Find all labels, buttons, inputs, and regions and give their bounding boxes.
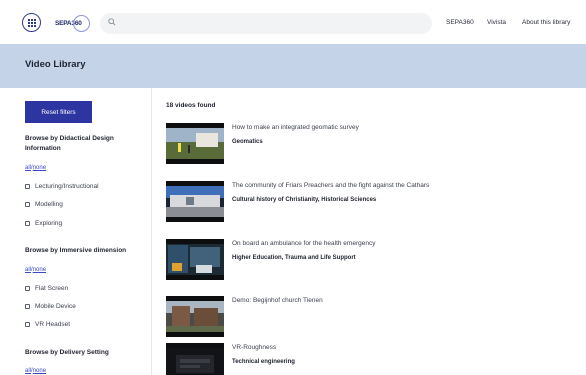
filter-option-label: Modelling [35,201,63,208]
checkbox[interactable] [25,304,30,309]
video-thumbnail[interactable] [166,239,224,280]
checkbox[interactable] [25,322,30,327]
video-list-item[interactable]: On board an ambulance for the health eme… [166,239,576,284]
filter-option-modelling[interactable]: Modelling [25,201,63,208]
checkbox[interactable] [25,202,30,207]
nav-link-vivista[interactable]: Vivista [487,19,506,26]
filter-option-vr-headset[interactable]: VR Headset [25,321,70,328]
video-tags: Higher Education, Trauma and Life Suppor… [232,255,356,261]
video-thumbnail[interactable] [166,296,224,337]
reset-filters-button[interactable]: Reset filters [25,101,92,123]
select-none-link[interactable]: none [33,368,46,374]
filter-option-label: Exploring [35,220,63,227]
apps-grid-icon [27,18,36,27]
video-results: 18 videos found How to make an integrate… [166,88,576,375]
filter-group-title-delivery: Browse by Delivery Setting [25,349,109,356]
video-title[interactable]: The community of Friars Preachers and th… [232,182,429,189]
video-list-item[interactable]: Demo: Begijnhof church Tienen [166,296,576,341]
top-navigation-bar: SEPA360 SEPA360 Vivista About this libra… [0,0,586,44]
filter-option-label: Lecturing/Instructional [35,183,99,190]
checkbox[interactable] [25,221,30,226]
filter-option-flat-screen[interactable]: Flat Screen [25,285,68,292]
logo-ring [73,15,90,32]
filter-group-title-immersive: Browse by Immersive dimension [25,247,127,254]
filter-group-title-didactical: Browse by Didactical Design Information [25,135,114,152]
checkbox[interactable] [25,286,30,291]
select-all-none-didactical: all/none [25,165,46,171]
select-none-link[interactable]: none [33,267,46,273]
results-count: 18 videos found [166,102,216,109]
video-title[interactable]: How to make an integrated geomatic surve… [232,124,359,131]
search-input[interactable] [122,13,422,34]
video-tags: Cultural history of Christianity, Histor… [232,197,377,203]
nav-link-sepa360[interactable]: SEPA360 [446,19,474,26]
filter-option-exploring[interactable]: Exploring [25,220,62,227]
select-all-none-delivery: all/none [25,368,46,374]
select-none-link[interactable]: none [33,165,46,171]
video-thumbnail[interactable] [166,343,224,375]
video-list-item[interactable]: The community of Friars Preachers and th… [166,181,576,226]
video-title[interactable]: VR-Roughness [232,344,276,351]
video-title[interactable]: Demo: Begijnhof church Tienen [232,297,323,304]
filter-option-lecturing[interactable]: Lecturing/Instructional [25,183,99,190]
filter-sidebar: Reset filters Browse by Didactical Desig… [0,88,152,375]
video-tags: Technical engineering [232,359,295,365]
video-thumbnail[interactable] [166,181,224,222]
filter-option-label: VR Headset [35,321,71,328]
search-icon [108,18,116,26]
page-title: Video Library [25,59,86,70]
filter-option-label: Flat Screen [35,285,69,292]
select-all-none-immersive: all/none [25,267,46,273]
video-list-item[interactable]: VR-Roughness Technical engineering [166,343,576,375]
search-bar[interactable] [100,13,432,34]
video-list-item[interactable]: How to make an integrated geomatic surve… [166,123,576,168]
video-thumbnail[interactable] [166,123,224,164]
video-title[interactable]: On board an ambulance for the health eme… [232,240,375,247]
checkbox[interactable] [25,184,30,189]
video-tags: Geomatics [232,139,263,145]
apps-grid-button[interactable] [22,13,41,32]
nav-link-about[interactable]: About this library [522,19,570,26]
sepa360-logo[interactable]: SEPA360 [55,15,90,32]
page-title-band: Video Library [0,44,586,88]
filter-option-mobile-device[interactable]: Mobile Device [25,303,76,310]
filter-option-label: Mobile Device [35,303,76,310]
